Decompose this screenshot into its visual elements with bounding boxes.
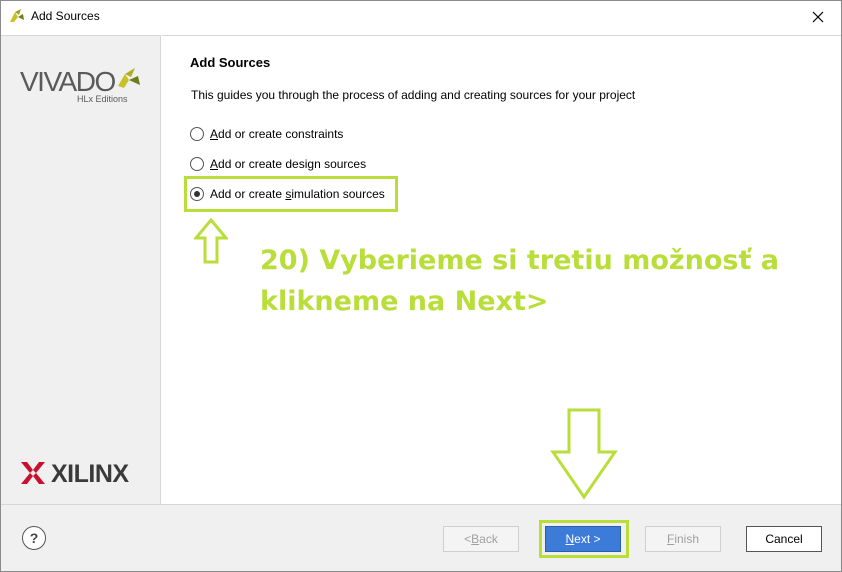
back-button[interactable]: < Back [443,526,519,552]
help-button[interactable]: ? [22,526,46,550]
option-constraints[interactable]: Add or create constraints [190,125,343,143]
radio-simulation-sources[interactable] [190,187,204,201]
annotation-text: 20) Vyberieme si tretiu možnosť a klikne… [260,240,820,322]
add-sources-dialog: Add Sources VIVADO HLx Editions XILINX A… [0,0,842,572]
xilinx-logo: XILINX [21,459,146,489]
window-title: Add Sources [31,9,100,23]
vivado-app-icon [10,9,24,22]
down-arrow-icon [550,408,618,500]
sidebar: VIVADO HLx Editions XILINX [1,35,161,504]
finish-button[interactable]: Finish [645,526,721,552]
option-design-sources[interactable]: Add or create design sources [190,155,366,173]
xilinx-x-icon [21,462,45,484]
annotation-line-1: 20) Vyberieme si tretiu možnosť a [260,245,779,276]
main-panel: Add Sources This guides you through the … [162,35,841,504]
annotation-line-2: klikneme na Next> [260,286,549,317]
page-title: Add Sources [190,55,271,70]
vivado-edition-label: HLx Editions [77,94,128,104]
close-button[interactable] [795,1,841,32]
page-description: This guides you through the process of a… [191,88,636,102]
up-arrow-icon [194,218,228,264]
radio-constraints[interactable] [190,127,204,141]
option-simulation-sources[interactable]: Add or create simulation sources [190,185,385,203]
radio-design-sources[interactable] [190,157,204,171]
xilinx-wordmark: XILINX [51,460,129,488]
close-icon [812,11,824,22]
title-bar: Add Sources [1,1,841,32]
vivado-logo: VIVADO HLx Editions [20,66,145,116]
cancel-button[interactable]: Cancel [746,526,822,552]
next-button[interactable]: Next > [545,526,621,552]
option-design-sources-label: Add or create design sources [210,157,367,171]
option-constraints-label: Add or create constraints [210,127,344,141]
option-simulation-sources-label: Add or create simulation sources [210,187,385,201]
vivado-leaf-icon [118,68,140,88]
footer: ? < Back Next > Finish Cancel [1,504,841,571]
help-icon: ? [29,530,39,546]
